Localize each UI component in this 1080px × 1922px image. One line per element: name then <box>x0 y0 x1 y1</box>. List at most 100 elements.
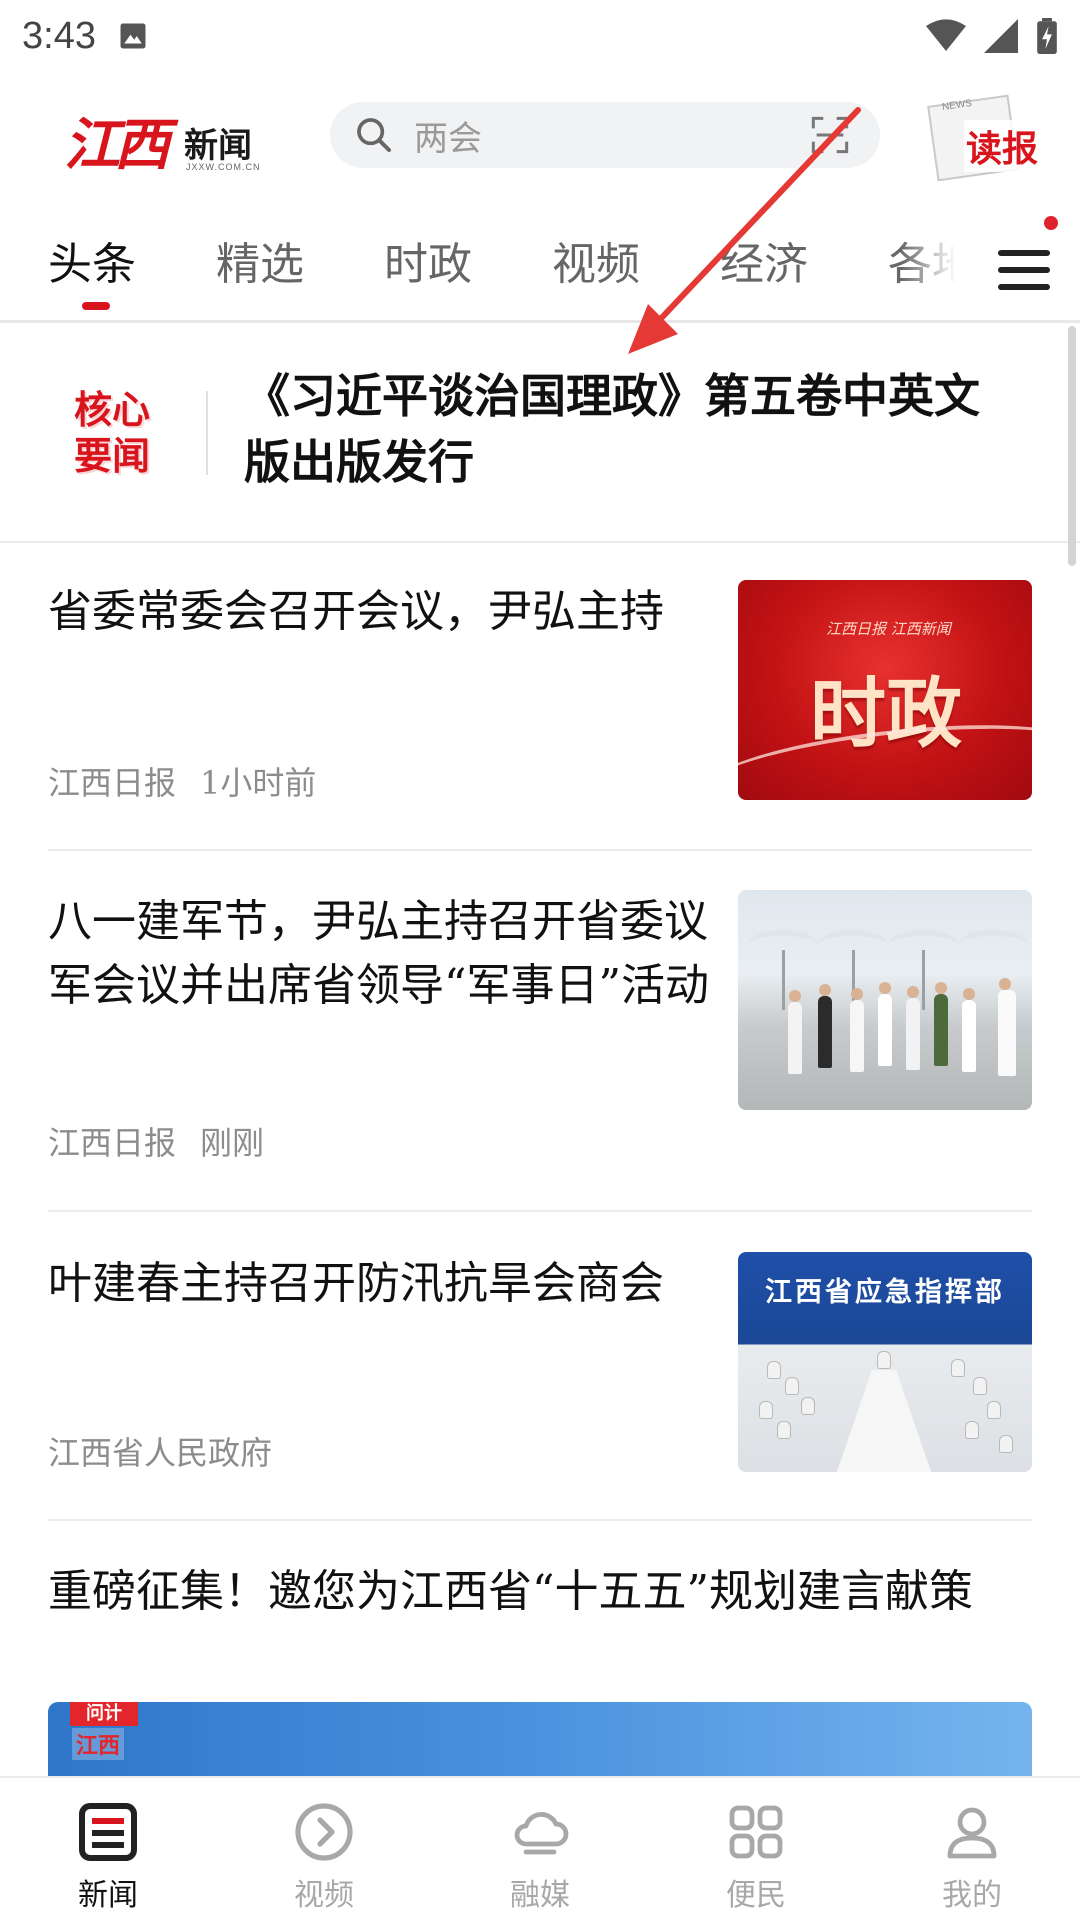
nav-label: 融媒 <box>510 1878 570 1913</box>
logo-url-text: JXXW.COM.CN <box>186 162 261 172</box>
promo-tag: 问计 <box>70 1702 138 1726</box>
battery-icon <box>1037 18 1057 54</box>
person-figure <box>998 978 1016 1076</box>
attendee <box>966 1422 978 1438</box>
tab-headlines[interactable]: 头条 <box>48 228 136 292</box>
promo-banner-image[interactable]: 问计 江西 <box>48 1702 1032 1782</box>
logo-sub-text: 新闻 <box>184 126 252 166</box>
thumb-brand-text: 江西日报 江西新闻 <box>826 620 951 638</box>
news-icon <box>79 1803 137 1861</box>
news-title[interactable]: 重磅征集！邀您为江西省“十五五”规划建言献策 <box>48 1560 1032 1624</box>
news-thumbnail[interactable]: 江西日报 江西新闻 时政 <box>738 580 1032 800</box>
canopy-shape <box>958 930 1028 960</box>
nav-video[interactable]: 视频 <box>216 1778 432 1922</box>
video-icon <box>295 1803 353 1861</box>
news-item[interactable]: 八一建军节，尹弘主持召开省委议军会议并出席省领导“军事日”活动 江西日报 刚刚 <box>48 890 1032 1162</box>
news-thumbnail[interactable]: 江西省应急指挥部 <box>738 1252 1032 1472</box>
core-badge-line1: 核心 <box>74 387 151 432</box>
scan-icon[interactable] <box>810 115 850 155</box>
attendee <box>878 1352 890 1368</box>
attendee <box>778 1422 790 1438</box>
nav-label: 新闻 <box>78 1878 138 1913</box>
news-item[interactable]: 省委常委会召开会议，尹弘主持 江西日报 1小时前 江西日报 江西新闻 时政 <box>48 580 1032 810</box>
person-figure <box>878 982 892 1066</box>
search-placeholder: 两会 <box>414 118 482 159</box>
attendee <box>974 1378 986 1394</box>
app-header: 江西 新闻 JXXW.COM.CN 两会 NEWS 读报 <box>0 90 1080 182</box>
scrollbar[interactable] <box>1068 326 1076 566</box>
attendee <box>952 1360 964 1376</box>
news-source: 江西省人民政府 <box>48 1434 273 1472</box>
item-divider <box>48 849 1032 851</box>
search-icon <box>357 118 391 152</box>
channel-tabs: 头条 精选 时政 视频 经济 各地 <box>0 218 1080 318</box>
attendee <box>1000 1436 1012 1452</box>
person-figure <box>850 988 864 1072</box>
nav-services[interactable]: 便民 <box>648 1778 864 1922</box>
headline-title[interactable]: 《习近平谈治国理政》第五卷中英文版出版发行 <box>244 363 1024 495</box>
person-figure <box>788 990 802 1074</box>
cell-signal-icon <box>984 19 1018 53</box>
person-figure <box>818 984 832 1068</box>
profile-icon <box>947 1807 997 1859</box>
promo-subtag: 江西 <box>72 1728 125 1760</box>
news-time: 1小时前 <box>200 764 317 802</box>
status-left: 3:43 <box>22 15 148 58</box>
attendee <box>988 1402 1000 1418</box>
app-logo[interactable]: 江西 新闻 JXXW.COM.CN <box>64 100 264 180</box>
news-title[interactable]: 叶建春主持召开防汛抗旱会商会 <box>48 1252 718 1316</box>
nav-label: 便民 <box>726 1878 786 1913</box>
news-item[interactable]: 叶建春主持召开防汛抗旱会商会 江西省人民政府 江西省应急指挥部 <box>48 1252 1032 1482</box>
status-right <box>926 18 1058 54</box>
tab-featured[interactable]: 精选 <box>216 228 304 292</box>
read-paper-label: 读报 <box>964 120 1041 172</box>
tab-politics[interactable]: 时政 <box>384 228 472 292</box>
news-title[interactable]: 八一建军节，尹弘主持召开省委议军会议并出席省领导“军事日”活动 <box>48 890 718 1018</box>
tab-economy[interactable]: 经济 <box>720 228 808 292</box>
attendee <box>802 1398 814 1414</box>
nav-news[interactable]: 新闻 <box>0 1778 216 1922</box>
nav-profile[interactable]: 我的 <box>864 1778 1080 1922</box>
nav-media[interactable]: 融媒 <box>432 1778 648 1922</box>
status-bar: 3:43 <box>0 0 1080 72</box>
tab-video[interactable]: 视频 <box>552 228 640 292</box>
core-headline[interactable]: 核心 要闻 《习近平谈治国理政》第五卷中英文版出版发行 <box>0 323 1080 543</box>
nav-label: 我的 <box>942 1878 1002 1913</box>
attendee <box>786 1378 798 1394</box>
news-source: 江西日报 <box>48 764 177 802</box>
news-meta: 江西日报 1小时前 <box>48 758 316 804</box>
person-figure <box>906 986 920 1070</box>
item-divider <box>48 1519 1032 1521</box>
menu-notification-dot <box>1044 216 1058 230</box>
wifi-icon <box>926 19 966 51</box>
canopy-post <box>922 950 925 1010</box>
grid-icon <box>729 1805 783 1859</box>
thumb-banner-text: 江西省应急指挥部 <box>765 1277 1005 1308</box>
news-meta: 江西省人民政府 <box>48 1428 272 1474</box>
core-news-badge: 核心 要闻 <box>74 387 174 487</box>
core-divider <box>206 391 208 475</box>
core-badge-line2: 要闻 <box>74 433 151 478</box>
news-meta: 江西日报 刚刚 <box>48 1118 264 1164</box>
cloud-icon <box>514 1812 569 1855</box>
gallery-notification-icon <box>120 23 146 49</box>
read-paper-button[interactable]: NEWS 读报 <box>927 94 1046 182</box>
news-item[interactable]: 重磅征集！邀您为江西省“十五五”规划建言献策 <box>48 1560 1032 1700</box>
search-bar[interactable]: 两会 <box>330 102 880 168</box>
bottom-navigation: 新闻 视频 融媒 便民 我的 <box>0 1776 1080 1922</box>
tabs-fade <box>900 218 980 318</box>
news-time: 刚刚 <box>200 1124 265 1162</box>
logo-main-text: 江西 <box>64 112 170 178</box>
nav-label: 视频 <box>294 1878 354 1913</box>
hamburger-menu-icon <box>998 250 1050 290</box>
status-time: 3:43 <box>22 14 96 57</box>
item-divider <box>48 1210 1032 1212</box>
news-title[interactable]: 省委常委会召开会议，尹弘主持 <box>48 580 718 644</box>
news-thumbnail[interactable] <box>738 890 1032 1110</box>
channel-menu-button[interactable] <box>984 230 1064 310</box>
canopy-post <box>782 950 785 1010</box>
active-tab-indicator <box>82 302 110 310</box>
news-source: 江西日报 <box>48 1124 177 1162</box>
person-figure <box>962 988 976 1072</box>
attendee <box>768 1362 780 1378</box>
